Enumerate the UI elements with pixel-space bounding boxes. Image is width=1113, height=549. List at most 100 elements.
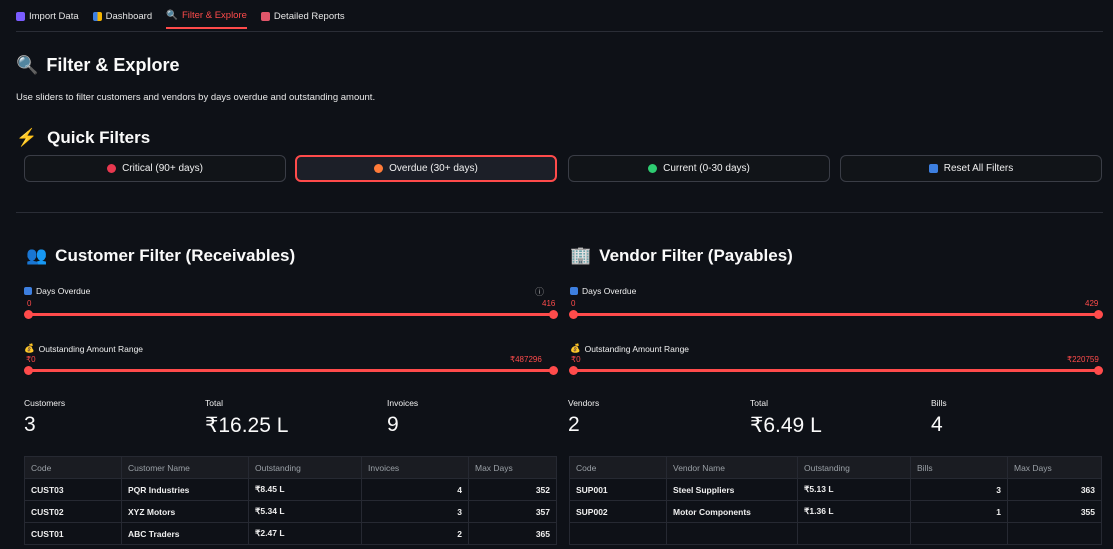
vendor-filter-title-text: Vendor Filter (Payables) <box>599 246 793 265</box>
cell-name: Motor Components <box>666 500 798 523</box>
chart-icon <box>92 12 102 21</box>
column-header[interactable]: Outstanding <box>797 456 911 479</box>
cell-max-days: 355 <box>1007 500 1102 523</box>
cell-outstanding: ₹1.36 L <box>797 500 911 523</box>
quick-filters-title-text: Quick Filters <box>47 128 151 147</box>
customer-days-min: 0 <box>27 299 32 308</box>
tab-detailed-reports[interactable]: Detailed Reports <box>260 10 345 29</box>
tab-import-data[interactable]: Import Data <box>16 10 79 29</box>
section-divider <box>16 212 1103 213</box>
vendor-amount-slider[interactable] <box>569 366 1103 375</box>
table-row[interactable]: SUP001 Steel Suppliers ₹5.13 L 3 363 <box>569 478 1102 501</box>
cell-name <box>666 522 798 545</box>
page-title-text: Filter & Explore <box>46 55 180 75</box>
cell-code: CUST03 <box>24 478 122 501</box>
current-filter-button[interactable]: Current (0-30 days) <box>568 155 830 182</box>
cell-max-days <box>1007 522 1102 545</box>
critical-filter-button[interactable]: Critical (90+ days) <box>24 155 286 182</box>
tab-label: Import Data <box>29 11 79 22</box>
slider-thumb-min[interactable] <box>24 310 33 319</box>
slider-thumb-max[interactable] <box>549 366 558 375</box>
tab-bar: Import Data Dashboard 🔍 Filter & Explore… <box>16 10 345 29</box>
column-header[interactable]: Max Days <box>468 456 557 479</box>
button-label: Current (0-30 days) <box>663 163 750 174</box>
vendor-table: Code Vendor Name Outstanding Bills Max D… <box>569 456 1102 545</box>
column-header[interactable]: Max Days <box>1007 456 1102 479</box>
table-row-empty <box>569 522 1102 545</box>
column-header[interactable]: Vendor Name <box>666 456 798 479</box>
cell-code: SUP001 <box>569 478 667 501</box>
reset-filters-button[interactable]: Reset All Filters <box>840 155 1102 182</box>
slider-thumb-min[interactable] <box>569 366 578 375</box>
slider-thumb-max[interactable] <box>549 310 558 319</box>
column-header[interactable]: Outstanding <box>248 456 362 479</box>
table-header-row: Code Vendor Name Outstanding Bills Max D… <box>569 456 1102 479</box>
overdue-filter-button[interactable]: Overdue (30+ days) <box>295 155 557 182</box>
table-row[interactable]: CUST01 ABC Traders ₹2.47 L 2 365 <box>24 522 557 545</box>
page-title: 🔍 Filter & Explore <box>16 55 179 76</box>
table-row[interactable]: CUST02 XYZ Motors ₹5.34 L 3 357 <box>24 500 557 523</box>
office-building-icon: 🏢 <box>570 246 592 265</box>
customers-metric-label: Customers <box>24 398 66 408</box>
customer-filter-title-text: Customer Filter (Receivables) <box>55 246 296 265</box>
calendar-icon <box>24 287 32 295</box>
vendor-total-value: ₹6.49 L <box>750 414 822 437</box>
vendor-days-slider[interactable] <box>569 310 1103 319</box>
column-header[interactable]: Invoices <box>361 456 469 479</box>
customer-amount-slider[interactable] <box>24 366 558 375</box>
customer-table: Code Customer Name Outstanding Invoices … <box>24 456 557 545</box>
tab-filter-explore[interactable]: 🔍 Filter & Explore <box>166 10 247 29</box>
cell-code: SUP002 <box>569 500 667 523</box>
cell-invoices: 2 <box>361 522 469 545</box>
button-label: Critical (90+ days) <box>122 163 203 174</box>
cell-max-days: 357 <box>468 500 557 523</box>
slider-thumb-min[interactable] <box>569 310 578 319</box>
cell-bills: 1 <box>910 500 1008 523</box>
customer-days-slider[interactable] <box>24 310 558 319</box>
vendor-filter-title: 🏢 Vendor Filter (Payables) <box>570 246 793 266</box>
cell-name: ABC Traders <box>121 522 249 545</box>
vendor-total-label: Total <box>750 398 768 408</box>
invoices-metric-label: Invoices <box>387 398 419 408</box>
column-header[interactable]: Code <box>569 456 667 479</box>
column-header[interactable]: Bills <box>910 456 1008 479</box>
column-header[interactable]: Code <box>24 456 122 479</box>
label-text: Outstanding Amount Range <box>584 343 690 354</box>
cell-bills <box>910 522 1008 545</box>
customer-total-label: Total <box>205 398 223 408</box>
label-text: Days Overdue <box>36 286 91 296</box>
customer-amount-label: 💰 Outstanding Amount Range <box>24 343 143 354</box>
green-circle-icon <box>648 164 658 173</box>
cell-invoices: 4 <box>361 478 469 501</box>
column-header[interactable]: Customer Name <box>121 456 249 479</box>
inbox-icon <box>16 12 25 21</box>
cell-name: XYZ Motors <box>121 500 249 523</box>
cell-code: CUST01 <box>24 522 122 545</box>
quick-filters-title: ⚡ Quick Filters <box>16 128 150 148</box>
tab-divider <box>16 31 1103 32</box>
customer-total-value: ₹16.25 L <box>205 414 289 437</box>
slider-thumb-min[interactable] <box>24 366 33 375</box>
vendors-metric-value: 2 <box>568 413 580 436</box>
slider-thumb-max[interactable] <box>1094 366 1103 375</box>
vendor-amount-max: ₹220759 <box>1067 355 1099 364</box>
vendor-days-label: Days Overdue <box>570 286 636 296</box>
vendors-metric-label: Vendors <box>568 398 600 408</box>
tab-dashboard[interactable]: Dashboard <box>92 10 153 29</box>
button-label: Overdue (30+ days) <box>389 163 478 174</box>
red-circle-icon <box>107 164 117 173</box>
money-bag-icon: 💰 <box>570 343 581 353</box>
cell-name: Steel Suppliers <box>666 478 798 501</box>
slider-thumb-max[interactable] <box>1094 310 1103 319</box>
magnifier-icon: 🔍 <box>16 55 39 75</box>
table-row[interactable]: SUP002 Motor Components ₹1.36 L 1 355 <box>569 500 1102 523</box>
cell-outstanding: ₹5.13 L <box>797 478 911 501</box>
table-row[interactable]: CUST03 PQR Industries ₹8.45 L 4 352 <box>24 478 557 501</box>
report-icon <box>260 12 270 21</box>
tab-label: Filter & Explore <box>181 10 247 21</box>
help-icon[interactable]: ⓘ <box>535 285 544 298</box>
cell-outstanding: ₹2.47 L <box>248 522 362 545</box>
vendor-days-min: 0 <box>571 299 576 308</box>
tab-label: Dashboard <box>105 11 153 22</box>
refresh-icon <box>928 164 938 173</box>
